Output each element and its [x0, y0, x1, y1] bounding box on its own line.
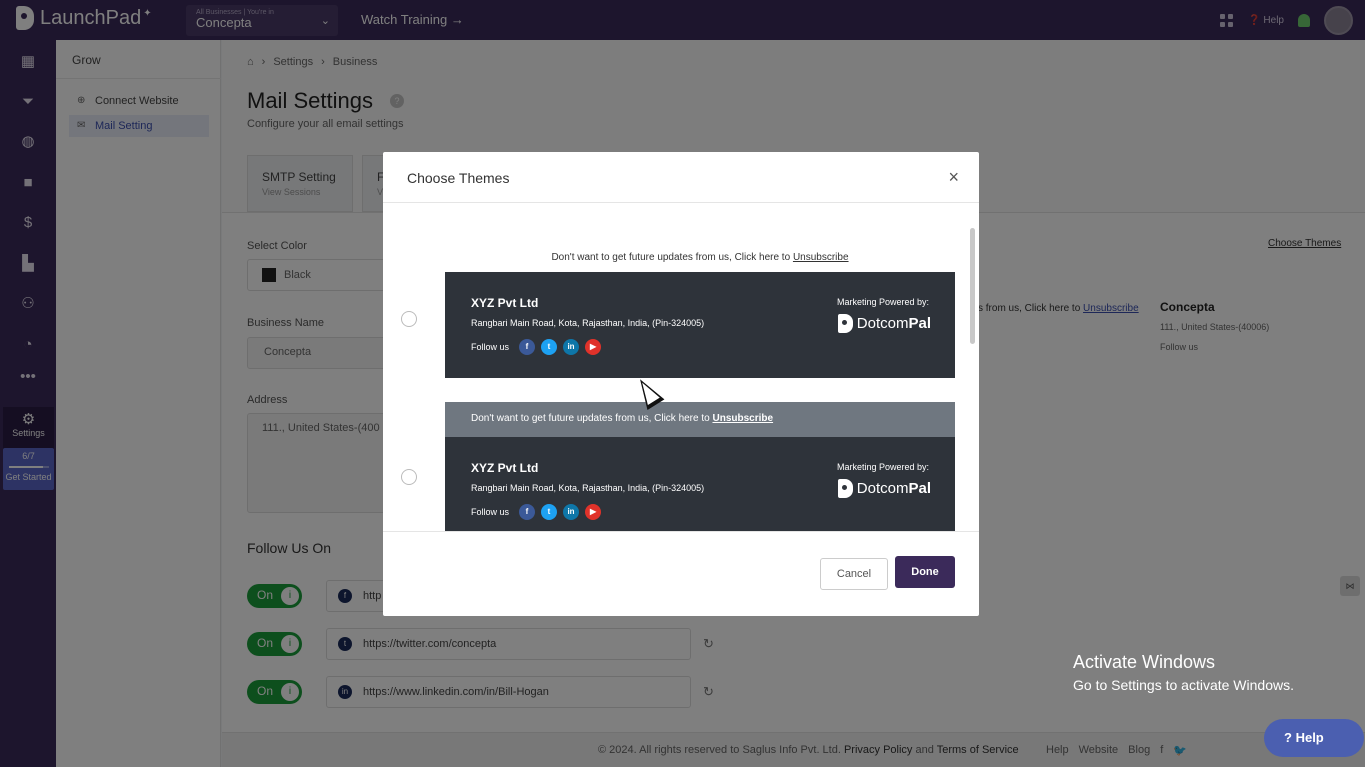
dotcompal-logo-icon [837, 479, 853, 498]
dotcompal-logo-icon [837, 314, 853, 333]
theme1-unsubscribe-line: Don't want to get future updates from us… [445, 252, 955, 263]
facebook-icon: f [519, 504, 536, 520]
divider [383, 531, 979, 532]
theme-company: XYZ Pvt Ltd [471, 296, 539, 310]
theme-address: Rangbari Main Road, Kota, Rajasthan, Ind… [471, 318, 705, 328]
brand-part-a: Dotcom [856, 315, 909, 332]
unsubscribe-link[interactable]: Unsubscribe [712, 413, 773, 424]
theme-follow-row: Follow us f t in ▶ [471, 504, 602, 520]
powered-by-label: Marketing Powered by: [836, 297, 929, 307]
theme2-unsubscribe-bar: Don't want to get future updates from us… [445, 402, 955, 437]
scrollbar[interactable] [970, 228, 975, 498]
unsub-text: Don't want to get future updates from us… [551, 252, 791, 263]
theme-follow-row: Follow us f t in ▶ [471, 339, 602, 355]
help-button-label: Help [1295, 730, 1324, 745]
theme-address: Rangbari Main Road, Kota, Rajasthan, Ind… [471, 483, 705, 493]
unsubscribe-link[interactable]: Unsubscribe [793, 252, 849, 263]
close-icon[interactable]: × [948, 167, 959, 188]
follow-label: Follow us [471, 342, 510, 352]
brand-part-b: Pal [908, 315, 931, 332]
scrollbar-thumb[interactable] [970, 228, 975, 344]
done-button[interactable]: Done [895, 556, 955, 588]
theme1-card[interactable]: XYZ Pvt Ltd Rangbari Main Road, Kota, Ra… [445, 272, 955, 378]
dotcompal-logo: Dotcom Pal [837, 479, 931, 498]
linkedin-icon: in [563, 339, 580, 355]
modal-title: Choose Themes [407, 170, 510, 186]
windows-watermark: Activate Windows Go to Settings to activ… [1073, 652, 1294, 693]
watermark-line2: Go to Settings to activate Windows. [1073, 677, 1294, 693]
brand-part-b: Pal [908, 480, 931, 497]
dotcompal-logo: Dotcom Pal [837, 314, 931, 333]
facebook-icon: f [519, 339, 536, 355]
cancel-button[interactable]: Cancel [820, 558, 888, 590]
help-chat-button[interactable]: ? Help [1264, 719, 1364, 757]
twitter-icon: t [541, 504, 558, 520]
powered-by-label: Marketing Powered by: [836, 462, 929, 472]
choose-themes-modal: Choose Themes × Don't want to get future… [383, 152, 979, 616]
youtube-icon: ▶ [585, 339, 602, 355]
brand-part-a: Dotcom [856, 480, 909, 497]
theme2-radio[interactable] [401, 469, 417, 485]
theme2-card[interactable]: XYZ Pvt Ltd Rangbari Main Road, Kota, Ra… [445, 437, 955, 531]
theme-company: XYZ Pvt Ltd [471, 461, 539, 475]
watermark-line1: Activate Windows [1073, 652, 1216, 672]
theme1-radio[interactable] [401, 311, 417, 327]
linkedin-icon: in [563, 504, 580, 520]
youtube-icon: ▶ [585, 504, 602, 520]
unsub-text: Don't want to get future updates from us… [471, 413, 710, 424]
twitter-icon: t [541, 339, 558, 355]
help-circle-icon: ? [1284, 730, 1292, 745]
themes-list: Don't want to get future updates from us… [383, 203, 979, 531]
follow-label: Follow us [471, 507, 510, 517]
